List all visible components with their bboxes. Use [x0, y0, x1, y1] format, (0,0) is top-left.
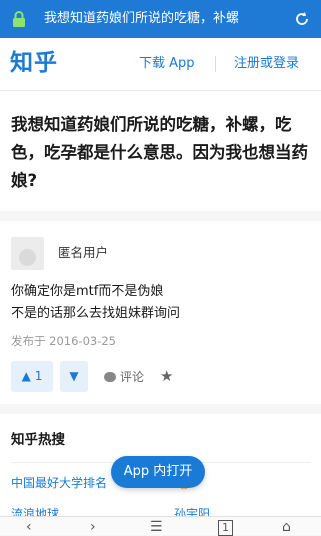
open-in-app-button[interactable]: App 内打开: [111, 456, 205, 488]
hot-item[interactable]: 中国最好大学排名: [11, 474, 107, 492]
author-name: 匿名用户: [58, 245, 109, 260]
upvote-button[interactable]: ▲ 1: [11, 361, 53, 392]
forward-icon[interactable]: ›: [90, 520, 96, 534]
download-app-link[interactable]: 下载 App: [139, 54, 195, 74]
browser-url-bar[interactable]: 我想知道药娘们所说的吃糖，补螺: [0, 0, 321, 38]
url-text[interactable]: 我想知道药娘们所说的吃糖，补螺: [44, 9, 284, 29]
reload-icon[interactable]: [292, 9, 312, 29]
answer-card: 匿名用户 你确定你是mtf而不是伪娘 不是的话那么去找姐妹群询问 发布于 201…: [0, 221, 321, 404]
hot-search-title: 知乎热搜: [11, 432, 65, 448]
home-icon[interactable]: ⌂: [282, 520, 291, 534]
login-link[interactable]: 注册或登录: [234, 54, 299, 74]
lock-icon: [13, 11, 25, 27]
comment-label: 评论: [120, 370, 145, 384]
browser-nav-bar: ‹ › ☰ 1 ⌂: [0, 516, 321, 536]
back-icon[interactable]: ‹: [26, 520, 32, 534]
comment-button[interactable]: 评论: [104, 368, 144, 386]
star-icon[interactable]: ★: [160, 367, 173, 385]
answer-body: 你确定你是mtf而不是伪娘 不是的话那么去找姐妹群询问: [11, 281, 311, 325]
comment-icon: [104, 371, 116, 382]
question-title: 我想知道药娘们所说的吃糖，补螺，吃色，吃孕都是什么意思。因为我也想当药娘?: [11, 115, 308, 190]
menu-icon[interactable]: ☰: [150, 520, 163, 534]
zhihu-logo[interactable]: 知乎: [10, 48, 58, 78]
publish-date: 发布于 2016-03-25: [11, 334, 116, 348]
downvote-button[interactable]: ▼: [60, 361, 88, 392]
question-card: 我想知道药娘们所说的吃糖，补螺，吃色，吃孕都是什么意思。因为我也想当药娘?: [0, 91, 321, 211]
avatar: [11, 237, 44, 270]
answer-line: 你确定你是mtf而不是伪娘: [11, 284, 164, 299]
site-header: 知乎 下载 App 注册或登录: [0, 38, 321, 91]
header-divider: [215, 56, 216, 72]
answer-line: 不是的话那么去找姐妹群询问: [11, 306, 181, 321]
